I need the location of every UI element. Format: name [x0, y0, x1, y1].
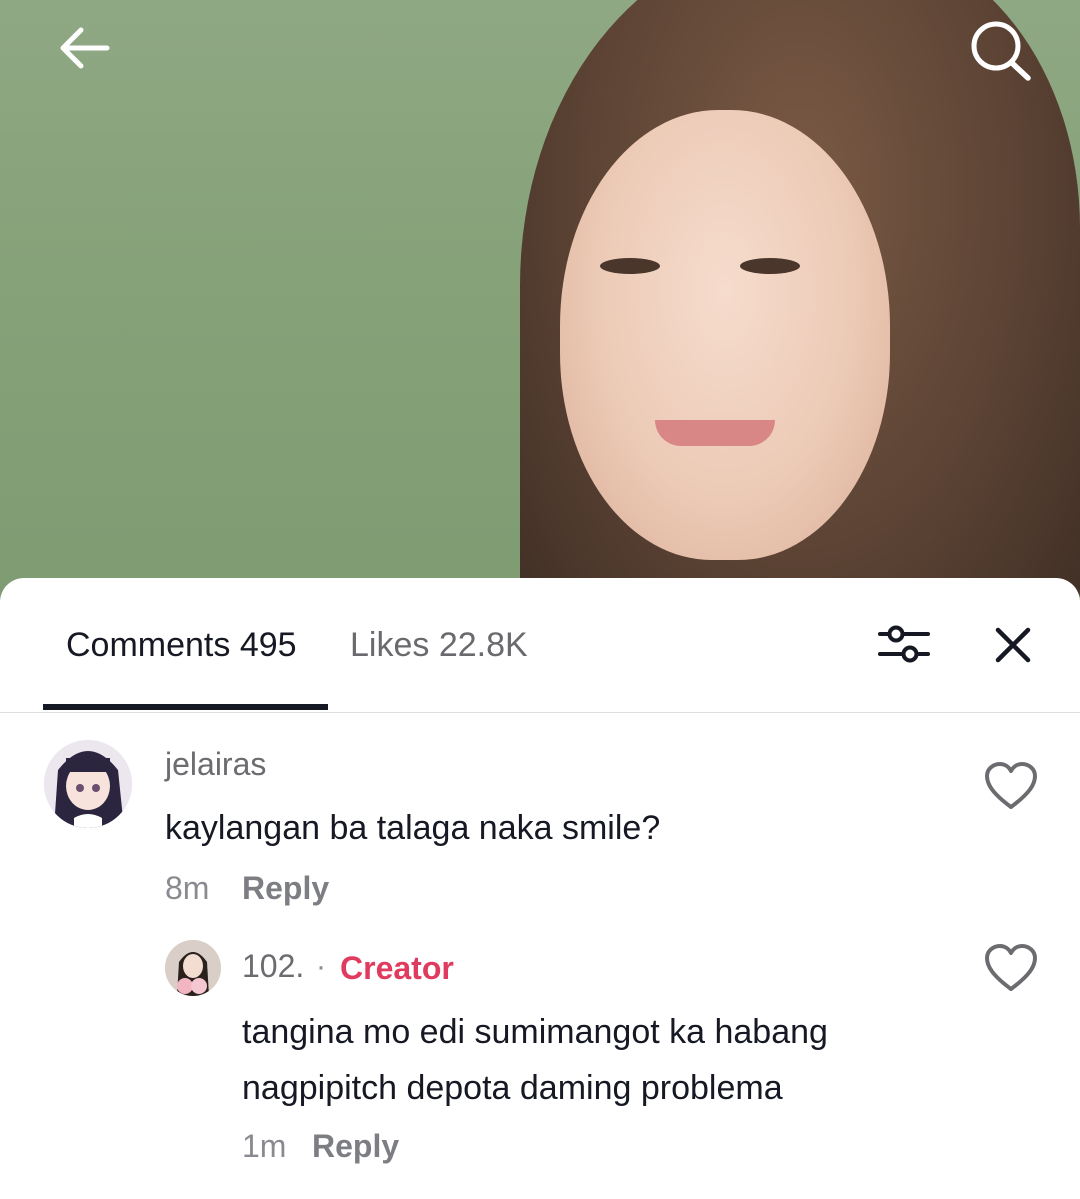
- filter-icon[interactable]: [876, 622, 932, 666]
- video-preview[interactable]: [0, 0, 1080, 600]
- tab-comments[interactable]: Comments 495: [66, 626, 297, 665]
- heart-icon[interactable]: [984, 944, 1038, 994]
- comments-tab-bar: Comments 495 Likes 22.8K: [0, 578, 1080, 713]
- comment-text: kaylangan ba talaga naka smile?: [165, 809, 661, 847]
- active-tab-indicator: [43, 704, 328, 710]
- close-icon[interactable]: [990, 622, 1036, 668]
- creator-badge: Creator: [340, 950, 454, 986]
- video-subject-eye: [600, 258, 660, 274]
- reply-text-line: nagpipitch depota daming problema: [242, 1069, 783, 1107]
- comments-sheet: Comments 495 Likes 22.8K jelairas kaylan…: [0, 578, 1080, 1199]
- heart-icon[interactable]: [984, 762, 1038, 812]
- search-icon[interactable]: [966, 18, 1031, 81]
- video-subject-face: [560, 110, 890, 560]
- reply-timestamp: 1m: [242, 1128, 287, 1164]
- avatar[interactable]: [165, 940, 221, 996]
- avatar[interactable]: [44, 740, 132, 828]
- video-subject-eye: [740, 258, 800, 274]
- reply-text-line: tangina mo edi sumimangot ka habang: [242, 1013, 828, 1051]
- reply-username[interactable]: 102.: [242, 948, 304, 985]
- separator-dot: ·: [316, 950, 326, 983]
- tab-likes[interactable]: Likes 22.8K: [350, 626, 528, 665]
- back-arrow-icon[interactable]: [55, 18, 115, 78]
- reply-button[interactable]: Reply: [312, 1128, 399, 1165]
- comment-username[interactable]: jelairas: [165, 746, 266, 783]
- comment-timestamp: 8m: [165, 870, 210, 906]
- reply-button[interactable]: Reply: [242, 870, 329, 907]
- video-subject-mouth: [655, 420, 775, 446]
